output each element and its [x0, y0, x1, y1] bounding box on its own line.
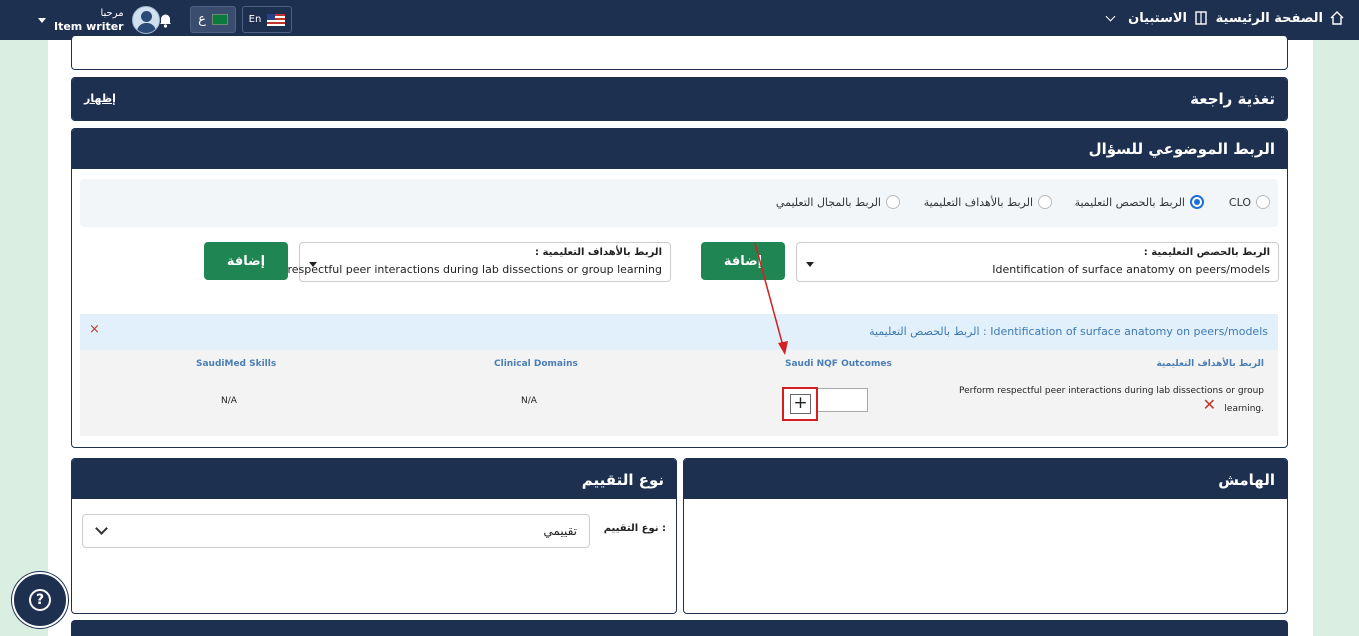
question-icon: ?	[29, 589, 51, 611]
annotation-arrow	[754, 242, 788, 355]
help-button[interactable]: ?	[12, 572, 68, 628]
